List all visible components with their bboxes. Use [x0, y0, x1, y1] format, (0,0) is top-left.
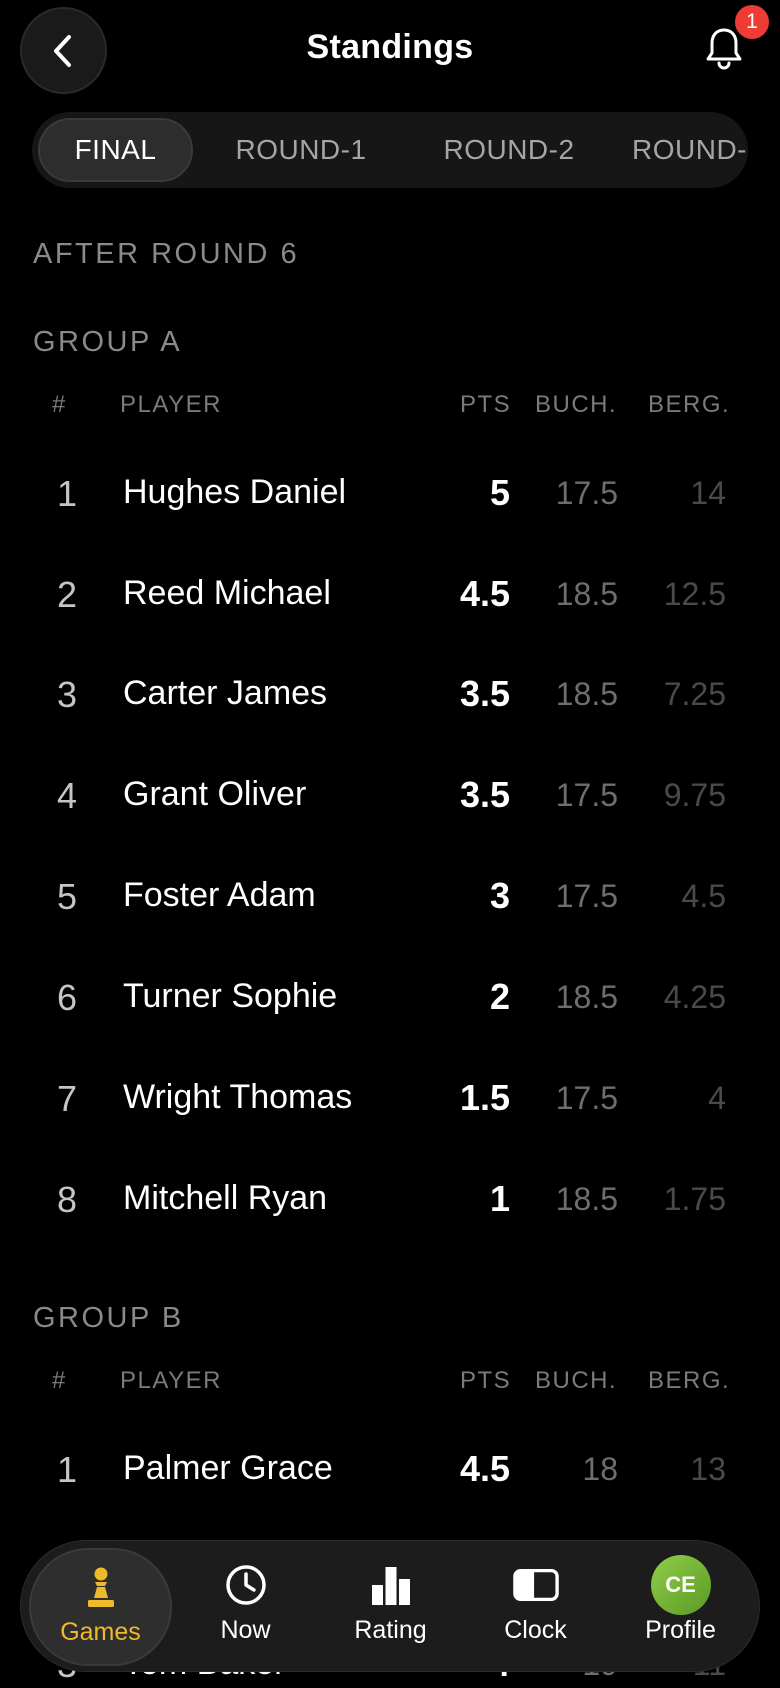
row-pts: 5	[489, 472, 510, 513]
row-rank: 6	[56, 977, 78, 1018]
row-berg: 9.75	[663, 777, 726, 813]
col-pts: PTS	[460, 391, 512, 418]
row-player: Foster Adam	[123, 876, 316, 914]
table-row[interactable]: 2 Reed Michael 4.5 18.5 12.5	[0, 554, 780, 634]
nav-label: Now	[220, 1616, 271, 1644]
row-pts: 3.5	[459, 774, 510, 815]
notification-badge: 1	[735, 5, 769, 39]
table-row[interactable]: 8 Mitchell Ryan 1 18.5 1.75	[0, 1159, 780, 1239]
col-buch: BUCH.	[535, 1367, 618, 1394]
row-rank: 7	[56, 1078, 78, 1119]
page-title: Standings	[306, 28, 474, 66]
bar-chart-icon	[368, 1562, 414, 1608]
row-buch: 18.5	[555, 979, 618, 1015]
row-rank: 8	[56, 1179, 78, 1220]
col-rank: #	[52, 391, 67, 418]
row-rank: 1	[56, 473, 78, 514]
row-player: Hughes Daniel	[123, 473, 347, 511]
nav-label: Rating	[354, 1616, 427, 1644]
nav-label: Profile	[645, 1616, 716, 1644]
row-rank: 2	[56, 574, 78, 615]
row-buch: 17.5	[555, 777, 618, 813]
row-berg: 4.5	[681, 878, 726, 914]
table-row[interactable]: 4 Grant Oliver 3.5 17.5 9.75	[0, 755, 780, 835]
nav-label: Clock	[504, 1616, 567, 1644]
table-row[interactable]: 3 Carter James 3.5 18.5 7.25	[0, 654, 780, 734]
row-rank: 3	[56, 674, 78, 715]
row-rank: 1	[56, 1449, 78, 1490]
row-rank: 5	[56, 876, 78, 917]
row-berg: 1.75	[663, 1181, 726, 1217]
table-row[interactable]: 1 Palmer Grace 4.5 18 13	[0, 1429, 780, 1509]
tab-final[interactable]: FINAL	[38, 118, 193, 182]
col-player: PLAYER	[120, 391, 222, 418]
row-buch: 17.5	[555, 878, 618, 914]
standings-subtitle: AFTER ROUND 6	[33, 238, 300, 270]
nav-profile[interactable]: CE Profile	[609, 1548, 752, 1666]
row-berg: 7.25	[663, 676, 726, 712]
tab-round-3[interactable]: ROUND-3	[617, 118, 748, 182]
group-b-title: GROUP B	[33, 1302, 184, 1334]
row-buch: 17.5	[555, 475, 618, 511]
row-player: Mitchell Ryan	[123, 1179, 328, 1217]
table-row[interactable]: 5 Foster Adam 3 17.5 4.5	[0, 856, 780, 936]
row-pts: 1.5	[459, 1077, 510, 1118]
avatar: CE	[650, 1555, 711, 1615]
tab-round-2[interactable]: ROUND-2	[409, 118, 609, 182]
col-player: PLAYER	[120, 1367, 222, 1394]
row-buch: 18.5	[555, 576, 618, 612]
row-player: Palmer Grace	[123, 1449, 333, 1487]
row-player: Grant Oliver	[123, 775, 307, 813]
row-player: Turner Sophie	[123, 977, 338, 1015]
header: Standings 1	[0, 0, 780, 100]
round-tabs: FINAL ROUND-1 ROUND-2 ROUND-3	[32, 112, 748, 188]
group-a-title: GROUP A	[33, 326, 183, 358]
row-pts: 2	[489, 976, 510, 1017]
row-rank: 4	[56, 775, 78, 816]
nav-now[interactable]: Now	[174, 1548, 317, 1666]
table-row[interactable]: 7 Wright Thomas 1.5 17.5 4	[0, 1058, 780, 1138]
bottom-nav: Games Now Rating Clock CE Profile	[20, 1540, 760, 1672]
col-pts: PTS	[460, 1367, 512, 1394]
col-berg: BERG.	[648, 1367, 731, 1394]
row-player: Wright Thomas	[123, 1078, 353, 1116]
row-pts: 4.5	[459, 573, 510, 614]
table-row[interactable]: 1 Hughes Daniel 5 17.5 14	[0, 453, 780, 533]
row-pts: 4.5	[459, 1448, 510, 1489]
row-berg: 14	[690, 475, 726, 511]
nav-clock[interactable]: Clock	[464, 1548, 607, 1666]
row-pts: 3	[489, 875, 510, 916]
nav-rating[interactable]: Rating	[319, 1548, 462, 1666]
col-buch: BUCH.	[535, 391, 618, 418]
col-berg: BERG.	[648, 391, 731, 418]
pawn-icon	[78, 1564, 124, 1610]
row-pts: 1	[489, 1178, 510, 1219]
row-buch: 18.5	[555, 676, 618, 712]
tab-round-1[interactable]: ROUND-1	[201, 118, 401, 182]
row-buch: 18	[582, 1451, 618, 1487]
col-rank: #	[52, 1367, 67, 1394]
row-player: Carter James	[123, 674, 328, 712]
row-berg: 4	[708, 1080, 726, 1116]
nav-label: Games	[60, 1618, 141, 1646]
chess-clock-icon	[512, 1562, 559, 1608]
row-buch: 18.5	[555, 1181, 618, 1217]
row-pts: 3.5	[459, 673, 510, 714]
row-berg: 4.25	[663, 979, 726, 1015]
nav-games[interactable]: Games	[29, 1548, 172, 1666]
row-player: Reed Michael	[123, 574, 331, 612]
table-row[interactable]: 6 Turner Sophie 2 18.5 4.25	[0, 957, 780, 1037]
row-berg: 12.5	[663, 576, 726, 612]
row-berg: 13	[690, 1451, 726, 1487]
clock-icon	[223, 1562, 269, 1608]
row-buch: 17.5	[555, 1080, 618, 1116]
